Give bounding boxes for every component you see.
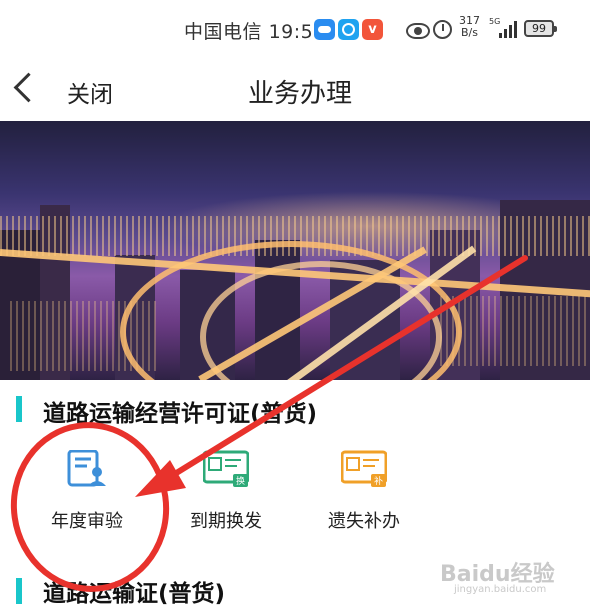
eye-icon — [406, 23, 430, 39]
carrier-label: 中国电信 — [184, 21, 263, 43]
section-title: 道路运输经营许可证(普货) — [43, 401, 318, 427]
baidu-watermark: Baidu经验 jingyan.baidu.com — [440, 556, 580, 596]
service-label: 年度审验 — [51, 511, 123, 532]
certificate-exchange-icon: 换 — [203, 450, 249, 487]
nav-bar: 关闭 业务办理 — [0, 62, 590, 120]
watermark-sub: jingyan.baidu.com — [454, 584, 547, 595]
section-accent-bar — [16, 578, 22, 604]
service-label: 遗失补办 — [328, 511, 400, 532]
section-title: 道路运输证(普货) — [43, 581, 226, 607]
status-bar: 中国电信 19:57 v 317 B/s 5G 99 — [0, 0, 590, 62]
browser-app-icon — [338, 19, 359, 40]
network-speed-unit: B/s — [461, 26, 478, 39]
page-title: 业务办理 — [247, 79, 352, 109]
service-label: 到期换发 — [190, 511, 262, 532]
battery-icon: 99 — [524, 20, 557, 37]
svg-text:换: 换 — [236, 475, 245, 487]
video-app-icon: v — [362, 19, 383, 40]
service-annual-review[interactable]: 年度审验 — [27, 450, 147, 540]
alarm-icon — [433, 20, 452, 39]
network-speed: 317 B/s — [459, 15, 480, 39]
svg-text:补: 补 — [374, 475, 383, 487]
document-person-icon — [67, 450, 106, 487]
banner-image — [0, 121, 590, 380]
service-expiry-renewal[interactable]: 换 到期换发 — [166, 450, 286, 540]
service-lost-reissue[interactable]: 补 遗失补办 — [304, 450, 424, 540]
battery-level: 99 — [532, 22, 546, 35]
section-accent-bar — [16, 396, 22, 422]
signal-label: 5G — [489, 17, 501, 26]
weather-app-icon — [314, 19, 335, 40]
signal-icon: 5G — [489, 18, 519, 40]
status-carrier-time: 中国电信 19:57 — [184, 17, 326, 44]
certificate-reissue-icon: 补 — [341, 450, 387, 487]
